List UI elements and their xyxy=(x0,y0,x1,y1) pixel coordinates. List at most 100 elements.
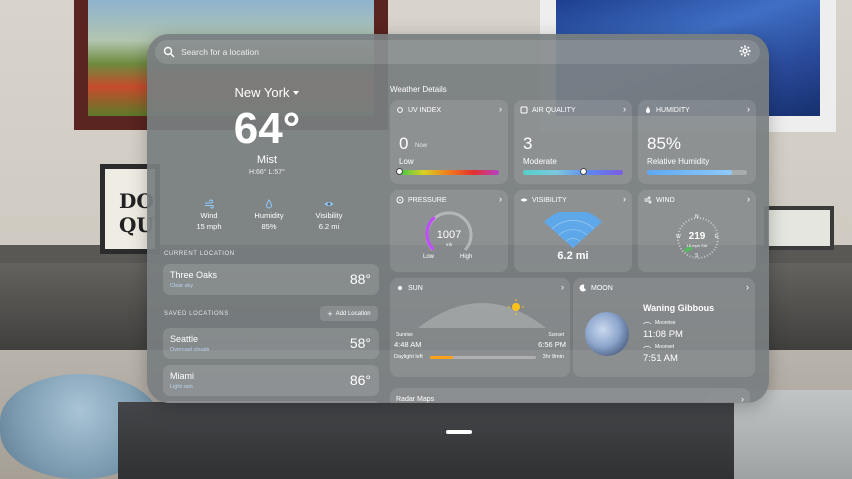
tile-title: HUMIDITY xyxy=(656,106,690,114)
location-card-seattle[interactable]: Seattle Overcast clouds 58° xyxy=(163,328,379,359)
current-condition: Mist xyxy=(256,154,278,166)
daylight-fill xyxy=(430,356,454,359)
pressure-unit: mb xyxy=(445,242,453,247)
metric-humidity: Humidity 85% xyxy=(239,199,299,231)
add-location-label: Add Location xyxy=(335,310,371,317)
uv-label: Low xyxy=(399,157,414,166)
moonrise-label: Moonrise xyxy=(655,320,676,326)
metric-wind: Wind 15 mph xyxy=(179,199,239,231)
moon-tile[interactable]: MOON › Waning Gibbous ⌒ Moonrise 11:08 P… xyxy=(573,278,755,377)
current-location-label: CURRENT LOCATION xyxy=(164,251,235,257)
location-card-miami[interactable]: Miami Light rain 86° xyxy=(163,365,379,396)
tile-title: SUN xyxy=(408,284,423,292)
search-bar[interactable]: Search for a location xyxy=(155,40,760,64)
metric-value: 15 mph xyxy=(196,222,222,231)
location-card-partial[interactable] xyxy=(163,401,379,403)
high-low: H:66° L:57° xyxy=(249,169,285,176)
search-input[interactable]: Search for a location xyxy=(181,47,259,57)
tile-title: PRESSURE xyxy=(408,196,447,204)
compass-s: S xyxy=(695,253,699,259)
metric-label: Wind xyxy=(200,211,218,220)
chevron-right-icon: › xyxy=(623,104,626,114)
gear-icon[interactable] xyxy=(739,45,751,57)
location-condition: Light rain xyxy=(170,384,193,390)
air-scale-bar xyxy=(523,170,623,175)
sun-small-icon xyxy=(397,107,403,113)
chevron-right-icon: › xyxy=(499,194,502,204)
add-location-button[interactable]: + Add Location xyxy=(320,306,378,321)
location-name: Three Oaks xyxy=(170,270,218,280)
eye-icon xyxy=(324,201,334,207)
humidity-tile[interactable]: HUMIDITY › 85% Relative Humidity xyxy=(638,100,756,184)
wind-sub: 15 mph SW xyxy=(686,243,708,248)
chevron-right-icon: › xyxy=(746,282,749,292)
compass-n: N xyxy=(695,214,699,220)
wall-frame-right xyxy=(764,206,834,250)
uv-scale-bar xyxy=(399,170,499,175)
current-temperature: 64° xyxy=(233,104,301,153)
uv-index-tile[interactable]: UV INDEX › 0 Now Low xyxy=(390,100,508,184)
visibility-value: 6.2 mi xyxy=(557,250,589,262)
metric-label: Humidity xyxy=(254,211,284,220)
plus-icon: + xyxy=(327,308,333,319)
location-temp: 86° xyxy=(349,372,371,388)
tile-header: HUMIDITY xyxy=(644,106,690,114)
metric-value: 6.2 mi xyxy=(318,222,340,231)
chevron-right-icon: › xyxy=(499,104,502,114)
weather-app-window: Search for a location New York 64° Mist … xyxy=(147,34,769,403)
chevron-right-icon: › xyxy=(561,282,564,292)
daylight-label: Daylight left xyxy=(394,354,423,360)
home-indicator[interactable] xyxy=(446,430,472,434)
air-indicator xyxy=(580,168,587,175)
visibility-tile[interactable]: VISIBILITY › 6.2 mi xyxy=(514,190,632,272)
location-name: Seattle xyxy=(170,334,199,344)
moon-phase: Waning Gibbous xyxy=(643,303,715,313)
sunset-label: Sunset xyxy=(548,332,564,338)
pressure-tile[interactable]: PRESSURE › 1007 mb Low High xyxy=(390,190,508,272)
radar-maps-tile[interactable]: Radar Maps › xyxy=(390,388,750,403)
chevron-right-icon: › xyxy=(623,194,626,204)
current-metrics: Wind 15 mph Humidity 85% Visibility 6.2 … xyxy=(179,199,359,231)
tile-title: MOON xyxy=(591,284,613,292)
location-temp: 58° xyxy=(349,335,371,351)
sun-tile[interactable]: SUN › Sunrise 4:48 AM Sunset 6:56 PM Day… xyxy=(390,278,570,377)
saved-locations-label: SAVED LOCATIONS xyxy=(164,311,229,317)
city-selector[interactable]: New York xyxy=(187,84,347,102)
tile-header: PRESSURE xyxy=(396,196,447,204)
ottoman xyxy=(118,402,734,479)
radar-title: Radar Maps xyxy=(396,396,435,403)
sunrise-label: Sunrise xyxy=(396,332,413,338)
tile-title: AIR QUALITY xyxy=(532,106,576,114)
search-icon xyxy=(163,46,175,58)
wind-tile[interactable]: WIND › N S W E 219 15 mph SW xyxy=(638,190,756,272)
weather-details-title: Weather Details xyxy=(390,85,447,94)
sunrise-time: 4:48 AM xyxy=(394,340,422,349)
moonset-time: 7:51 AM xyxy=(643,353,678,364)
sunset-time: 6:56 PM xyxy=(538,340,566,349)
uv-now: Now xyxy=(415,143,428,149)
air-quality-tile[interactable]: AIR QUALITY › 3 Moderate xyxy=(514,100,632,184)
chevron-right-icon: › xyxy=(747,104,750,114)
air-icon xyxy=(520,106,528,114)
gauge-icon xyxy=(396,196,404,204)
location-condition: Overcast clouds xyxy=(170,347,210,353)
air-label: Moderate xyxy=(523,157,557,166)
tile-title: WIND xyxy=(656,196,675,204)
moon-image xyxy=(585,312,629,356)
moon-icon xyxy=(579,284,587,292)
location-name: Miami xyxy=(170,371,194,381)
metric-value: 85% xyxy=(261,222,277,231)
tile-header: MOON xyxy=(579,284,613,292)
visibility-fan xyxy=(544,212,602,248)
pressure-value: 1007 xyxy=(436,229,462,241)
pressure-low-label: Low xyxy=(423,254,435,260)
tile-title: UV INDEX xyxy=(408,106,442,114)
chevron-right-icon: › xyxy=(741,394,744,403)
pressure-high-label: High xyxy=(460,254,473,260)
location-card-current[interactable]: Three Oaks Clear sky 88° xyxy=(163,264,379,295)
sun-icon xyxy=(398,286,402,290)
tile-header: AIR QUALITY xyxy=(520,106,576,114)
air-value: 3 xyxy=(523,134,533,153)
metric-visibility: Visibility 6.2 mi xyxy=(299,199,359,231)
uv-indicator xyxy=(396,168,403,175)
